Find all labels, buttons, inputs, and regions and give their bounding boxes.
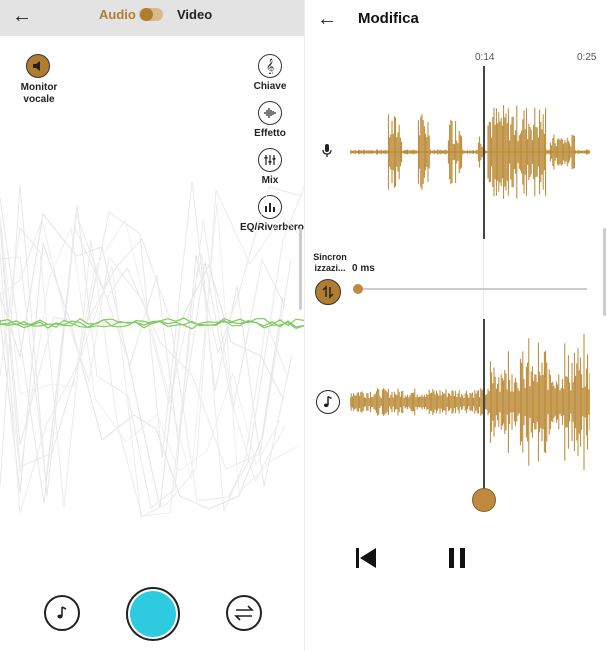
back-arrow-icon[interactable]: ←: [12, 6, 32, 26]
scrollbar[interactable]: [603, 228, 606, 316]
timeline-mid-time: 0:14: [475, 52, 495, 63]
mode-video-label[interactable]: Video: [177, 7, 212, 22]
sync-slider-track[interactable]: [357, 288, 587, 290]
sync-arrows-icon: [322, 285, 334, 299]
top-bar: ← Audio Video: [0, 0, 305, 36]
treble-clef-icon: 𝄞: [258, 54, 282, 78]
sync-label-line1: Sincron: [313, 252, 347, 262]
skip-back-icon[interactable]: [355, 546, 377, 570]
swap-icon: [234, 605, 254, 621]
svg-text:𝄞: 𝄞: [266, 59, 274, 74]
music-note-icon: [57, 606, 67, 619]
music-waveform: [350, 334, 590, 470]
page-title: Modifica: [358, 10, 419, 27]
back-arrow-icon[interactable]: ←: [317, 9, 337, 29]
tool-effect-label: Effetto: [254, 128, 286, 139]
waveform-bars: [350, 105, 590, 199]
timeline-end-time: 0:25: [577, 52, 597, 63]
record-button[interactable]: [126, 587, 180, 641]
audio-video-toggle[interactable]: [139, 8, 163, 21]
sync-offset-value: 0 ms: [352, 263, 375, 274]
tool-effect[interactable]: Effetto: [240, 101, 300, 139]
music-track-button[interactable]: [316, 390, 340, 414]
sync-button[interactable]: [315, 279, 341, 305]
music-button[interactable]: [44, 595, 80, 631]
toggle-knob: [140, 8, 153, 21]
visualizer-trace: [0, 218, 289, 512]
record-button-fill: [130, 591, 176, 637]
voice-monitor-label: Monitor vocale: [14, 82, 64, 106]
playhead-handle[interactable]: [472, 488, 496, 512]
swap-button[interactable]: [226, 595, 262, 631]
waveform-bars: [350, 334, 590, 470]
speaker-icon: [33, 61, 40, 71]
voice-waveform: [350, 105, 590, 199]
audio-visualizer: [0, 180, 305, 518]
editor-panel: ← Modifica 0:14 0:25 Sincron izzazi... 0…: [305, 0, 610, 651]
waveform-icon: [258, 101, 282, 125]
playhead: [483, 319, 485, 500]
mixer-icon: [258, 148, 282, 172]
tool-key-label: Chiave: [253, 81, 287, 92]
recorder-panel: ← Audio Video Monitor vocale 𝄞 Chiave Ef…: [0, 0, 305, 651]
playhead: [483, 66, 485, 239]
scrollbar[interactable]: [299, 228, 302, 310]
microphone-icon: [322, 144, 332, 157]
monitor-label-line2: vocale: [23, 94, 55, 105]
playhead-guide: [483, 239, 484, 319]
sync-label-line2: izzazi...: [314, 263, 346, 273]
pause-icon[interactable]: [447, 546, 467, 570]
voice-monitor-button[interactable]: [26, 54, 50, 78]
monitor-label-line1: Monitor: [20, 82, 58, 93]
mode-audio-label[interactable]: Audio: [99, 7, 136, 22]
sync-label: Sincron izzazi...: [309, 252, 351, 274]
tool-key[interactable]: 𝄞 Chiave: [240, 54, 300, 92]
music-note-icon: [323, 395, 332, 408]
sync-slider-thumb[interactable]: [353, 284, 363, 294]
